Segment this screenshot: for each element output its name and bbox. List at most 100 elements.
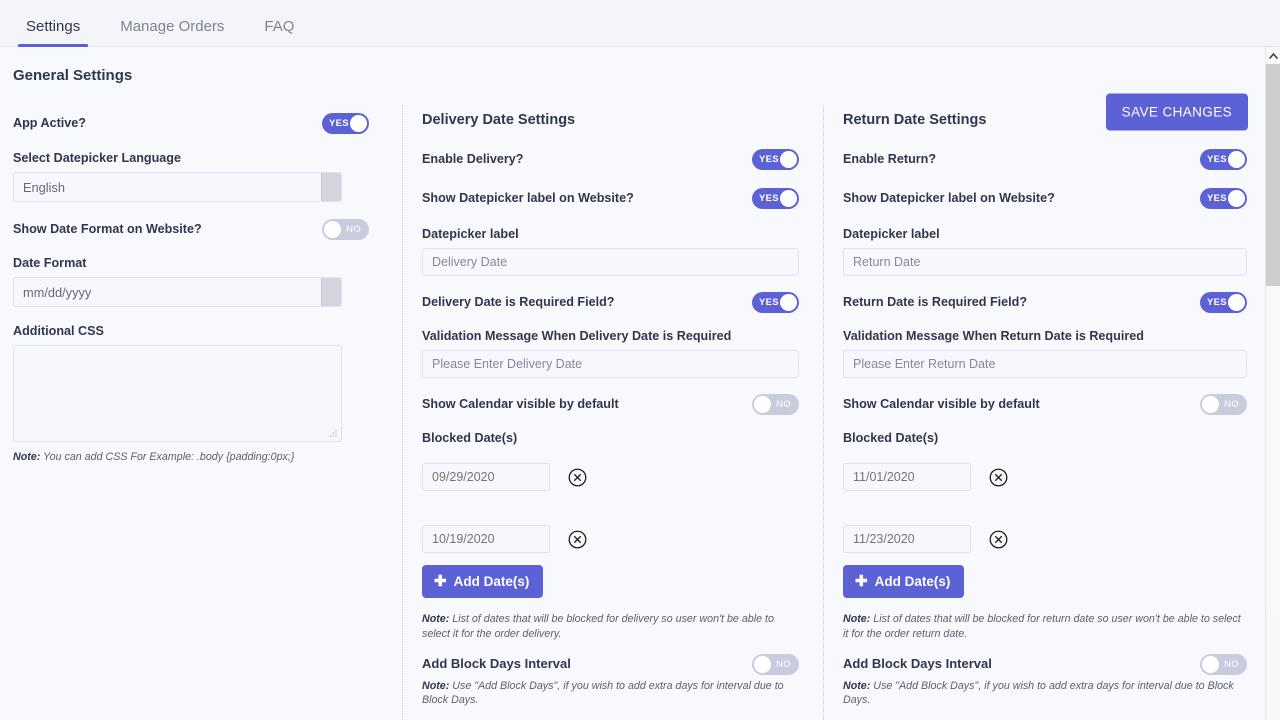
return-blocked-date-input[interactable] xyxy=(843,525,971,553)
plus-icon: ✚ xyxy=(855,573,868,590)
vertical-scrollbar[interactable] xyxy=(1265,47,1280,720)
return-show-label-toggle[interactable]: YES xyxy=(1200,188,1247,209)
enable-return-label: Enable Return? xyxy=(843,151,937,166)
remove-date-icon[interactable] xyxy=(568,468,587,487)
date-format-select[interactable]: mm/dd/yyyy xyxy=(13,277,342,307)
note-prefix: Note: xyxy=(13,451,41,463)
delivery-block-interval-label: Add Block Days Interval xyxy=(422,655,571,671)
app-active-toggle-value: YES xyxy=(329,118,349,129)
show-date-format-toggle[interactable]: NO xyxy=(322,219,369,240)
delivery-blocked-date-input[interactable] xyxy=(422,463,550,491)
delivery-show-label-toggle[interactable]: YES xyxy=(752,188,799,209)
delivery-required-row: Delivery Date is Required Field? YES xyxy=(422,292,799,313)
enable-delivery-toggle-value: YES xyxy=(759,154,779,165)
return-calendar-visible-toggle[interactable]: NO xyxy=(1200,394,1247,415)
return-settings-column: Return Date Settings Enable Return? YES … xyxy=(824,105,1247,720)
toggle-knob xyxy=(754,655,771,673)
date-format-select-wrap: mm/dd/yyyy xyxy=(13,277,342,307)
tab-settings-label: Settings xyxy=(26,18,81,35)
delivery-blocked-date-row xyxy=(422,525,799,553)
return-blocked-dates-label: Blocked Date(s) xyxy=(843,431,939,445)
note-prefix: Note: xyxy=(422,679,450,692)
delivery-datepicker-label-input[interactable] xyxy=(422,248,799,276)
note-text: List of dates that will be blocked for d… xyxy=(422,613,774,640)
app-active-toggle[interactable]: YES xyxy=(322,113,369,134)
tab-settings[interactable]: Settings xyxy=(16,18,90,47)
note-text: You can add CSS For Example: .body {padd… xyxy=(40,451,295,463)
delivery-required-toggle[interactable]: YES xyxy=(752,292,799,313)
enable-delivery-toggle[interactable]: YES xyxy=(752,149,799,170)
delivery-validation-input[interactable] xyxy=(422,350,799,378)
show-date-format-label: Show Date Format on Website? xyxy=(13,221,202,236)
delivery-add-dates-button[interactable]: ✚ Add Date(s) xyxy=(422,565,544,598)
show-date-format-toggle-value: NO xyxy=(346,224,361,235)
toggle-knob xyxy=(324,221,341,238)
scroll-up-button[interactable] xyxy=(1266,47,1280,64)
toggle-knob xyxy=(1202,655,1219,673)
return-add-dates-button[interactable]: ✚ Add Date(s) xyxy=(843,565,965,598)
delivery-show-label-row: Show Datepicker label on Website? YES xyxy=(422,188,799,209)
return-block-interval-toggle-value: NO xyxy=(1224,658,1239,670)
note-text: List of dates that will be blocked for r… xyxy=(843,613,1241,640)
return-block-interval-row: Add Block Days Interval NO xyxy=(843,653,1247,675)
return-datepicker-label-input[interactable] xyxy=(843,248,1247,276)
delivery-block-interval-note: Note: Use "Add Block Days", if you wish … xyxy=(422,679,799,709)
toggle-knob xyxy=(780,151,797,168)
toggle-knob xyxy=(1228,151,1245,168)
general-settings-column: App Active? YES Select Datepicker Langua… xyxy=(13,105,403,720)
delivery-calendar-visible-toggle[interactable]: NO xyxy=(752,394,799,415)
additional-css-label: Additional CSS xyxy=(13,324,104,338)
delivery-required-toggle-value: YES xyxy=(759,297,779,308)
show-date-format-row: Show Date Format on Website? NO xyxy=(13,219,369,240)
return-block-interval-toggle[interactable]: NO xyxy=(1200,653,1247,675)
note-prefix: Note: xyxy=(843,679,871,692)
delivery-datepicker-label-label: Datepicker label xyxy=(422,227,519,241)
return-block-interval-label: Add Block Days Interval xyxy=(843,655,992,671)
additional-css-textarea[interactable] xyxy=(13,345,342,442)
delivery-required-label: Delivery Date is Required Field? xyxy=(422,294,615,309)
plus-icon: ✚ xyxy=(434,573,447,590)
delivery-block-interval-toggle[interactable]: NO xyxy=(752,653,799,675)
return-required-toggle[interactable]: YES xyxy=(1200,292,1247,313)
remove-date-icon[interactable] xyxy=(989,530,1008,549)
return-show-label-row: Show Datepicker label on Website? YES xyxy=(843,188,1247,209)
delivery-calendar-visible-row: Show Calendar visible by default NO xyxy=(422,394,799,415)
date-format-label: Date Format xyxy=(13,256,87,270)
note-text: Use "Add Block Days", if you wish to add… xyxy=(843,679,1234,707)
remove-date-icon[interactable] xyxy=(989,468,1008,487)
main-tabbar: Settings Manage Orders FAQ xyxy=(0,0,1280,47)
scrollbar-thumb[interactable] xyxy=(1266,64,1280,286)
delivery-blocked-date-input[interactable] xyxy=(422,525,550,553)
settings-columns: App Active? YES Select Datepicker Langua… xyxy=(0,105,1280,720)
enable-delivery-row: Enable Delivery? YES xyxy=(422,149,799,170)
return-show-label-label: Show Datepicker label on Website? xyxy=(843,190,1055,205)
tab-faq[interactable]: FAQ xyxy=(254,19,304,46)
additional-css-wrap xyxy=(13,345,342,442)
return-validation-input[interactable] xyxy=(843,350,1247,378)
enable-delivery-label: Enable Delivery? xyxy=(422,151,524,166)
toggle-knob xyxy=(1202,396,1219,413)
note-prefix: Note: xyxy=(843,613,871,625)
chevron-up-icon xyxy=(1268,52,1278,59)
return-required-label: Return Date is Required Field? xyxy=(843,294,1028,309)
return-blocked-date-input[interactable] xyxy=(843,463,971,491)
return-blocked-date-row xyxy=(843,525,1247,553)
note-text: Use "Add Block Days", if you wish to add… xyxy=(422,679,784,707)
toggle-knob xyxy=(350,115,367,132)
delivery-add-dates-label: Add Date(s) xyxy=(453,574,530,589)
toggle-knob xyxy=(1228,190,1245,207)
delivery-section-title: Delivery Date Settings xyxy=(422,112,576,128)
delivery-show-label-toggle-value: YES xyxy=(759,193,779,204)
remove-date-icon[interactable] xyxy=(568,530,587,549)
return-datepicker-label-label: Datepicker label xyxy=(843,227,940,241)
tab-manage-orders[interactable]: Manage Orders xyxy=(110,19,234,46)
language-select[interactable]: English xyxy=(13,172,342,202)
return-blocked-note: Note: List of dates that will be blocked… xyxy=(843,612,1247,642)
delivery-blocked-dates-label: Blocked Date(s) xyxy=(422,431,518,445)
toggle-knob xyxy=(780,190,797,207)
delivery-calendar-visible-label: Show Calendar visible by default xyxy=(422,396,619,411)
toggle-knob xyxy=(754,396,771,413)
return-add-dates-label: Add Date(s) xyxy=(874,574,951,589)
delivery-block-interval-toggle-value: NO xyxy=(776,658,791,670)
enable-return-toggle[interactable]: YES xyxy=(1200,149,1247,170)
